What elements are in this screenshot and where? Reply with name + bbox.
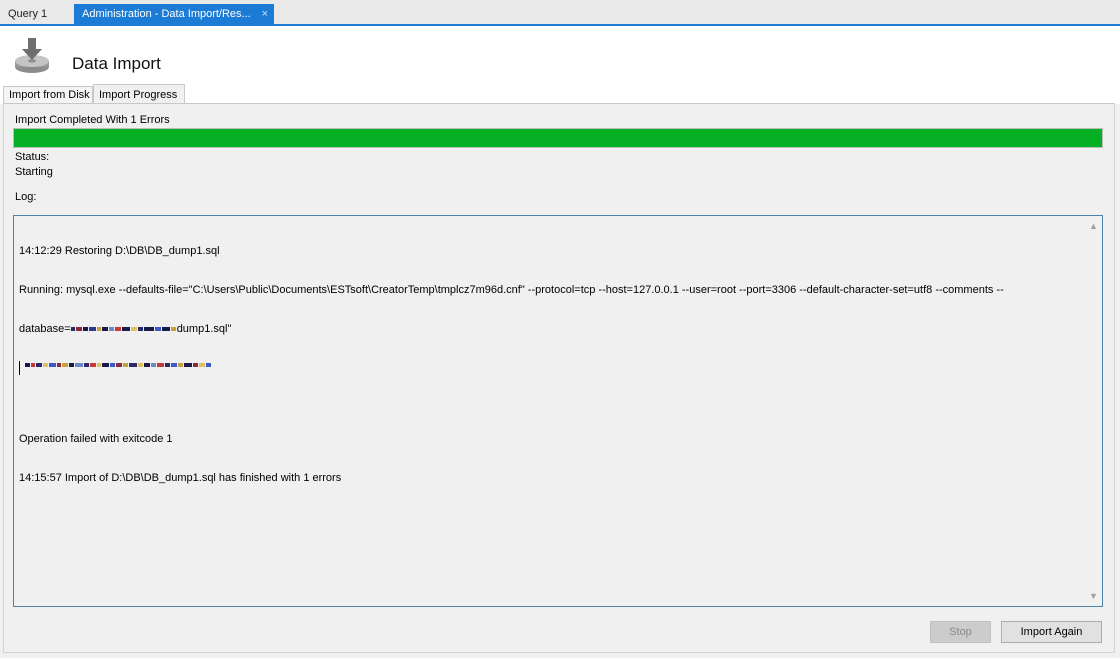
import-sub-tabs: Import from Disk Import Progress — [0, 84, 1120, 104]
status-label: Status: — [15, 151, 50, 163]
tab-import-from-disk[interactable]: Import from Disk — [3, 86, 93, 104]
redacted-text — [70, 323, 177, 335]
status-value: Starting — [15, 166, 53, 178]
scroll-up-icon[interactable]: ▲ — [1086, 219, 1101, 233]
scroll-down-icon[interactable]: ▼ — [1086, 589, 1101, 603]
page-title: Data Import — [72, 54, 161, 73]
log-label: Log: — [15, 191, 37, 203]
tab-import-from-disk-label: Import from Disk — [9, 89, 90, 101]
log-line: Running: mysql.exe --defaults-file="C:\U… — [19, 284, 1004, 296]
document-tab-bar: Query 1 Administration - Data Import/Res… — [0, 0, 1120, 24]
workbench-window: Query 1 Administration - Data Import/Res… — [0, 0, 1120, 658]
log-database-prefix: database= — [19, 323, 71, 335]
progress-message: Import Completed With 1 Errors — [15, 114, 170, 126]
log-textarea[interactable]: 14:12:29 Restoring D:\DB\DB_dump1.sql Ru… — [13, 215, 1103, 607]
tab-import-progress[interactable]: Import Progress — [93, 84, 185, 104]
import-again-button[interactable]: Import Again — [1001, 621, 1102, 643]
log-line: 14:12:29 Restoring D:\DB\DB_dump1.sql — [19, 245, 220, 257]
close-icon[interactable]: × — [262, 4, 268, 24]
log-line: 14:15:57 Import of D:\DB\DB_dump1.sql ha… — [19, 472, 342, 484]
log-database-suffix: dump1.sql" — [176, 323, 232, 335]
import-disk-icon — [12, 36, 52, 76]
log-line-database: database= dump1.sql" — [19, 323, 1079, 336]
tab-query-1-label: Query 1 — [8, 8, 48, 20]
log-line: Operation failed with exitcode 1 — [19, 433, 173, 445]
tab-query-1[interactable]: Query 1 — [0, 4, 72, 24]
log-scrollbar[interactable]: ▲ ▼ — [1086, 217, 1101, 605]
page-header: Data Import — [0, 26, 1120, 84]
tab-import-progress-label: Import Progress — [99, 89, 178, 101]
log-content: 14:12:29 Restoring D:\DB\DB_dump1.sql Ru… — [19, 219, 1079, 511]
progress-bar — [13, 128, 1103, 148]
tab-admin-label: Administration - Data Import/Res... — [82, 8, 251, 20]
stop-button[interactable]: Stop — [930, 621, 991, 643]
text-caret — [19, 361, 20, 375]
progress-bar-fill — [14, 129, 1102, 147]
redacted-row — [19, 362, 1079, 368]
tab-administration-data-import[interactable]: Administration - Data Import/Res... × — [74, 4, 274, 24]
